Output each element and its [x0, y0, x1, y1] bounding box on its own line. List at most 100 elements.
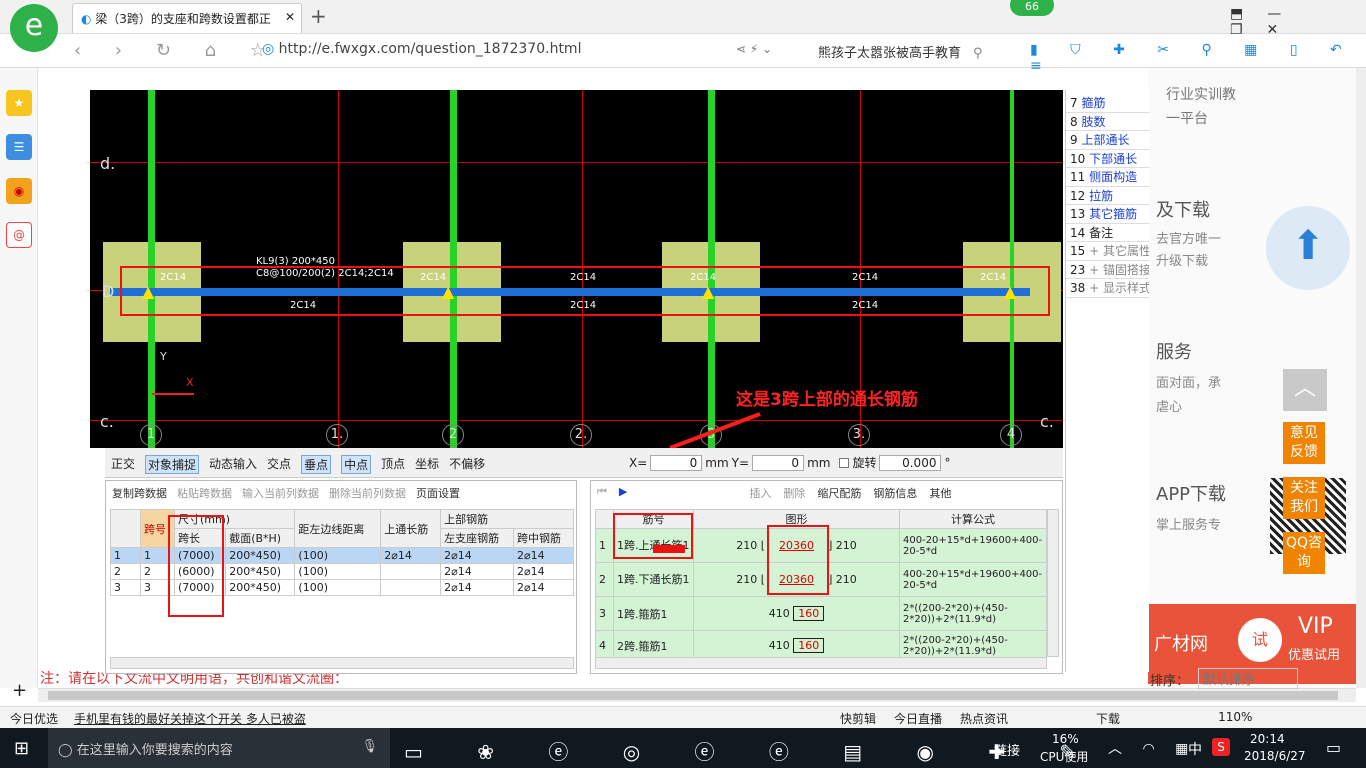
notification-badge[interactable]: 66 [1010, 0, 1054, 16]
status-recommend[interactable]: 今日优选 [10, 710, 58, 727]
sogou-icon[interactable]: S [1212, 738, 1230, 756]
vertex-toggle[interactable]: 顶点 [381, 455, 405, 474]
new-tab-button[interactable]: + [310, 4, 327, 28]
y-input[interactable]: 0 [752, 454, 805, 471]
scrollbar-v[interactable] [1356, 68, 1366, 688]
search-icon[interactable]: ⚲ [973, 46, 983, 61]
search-field[interactable]: 熊孩子太嚣张被高手教育 ⚲ [818, 42, 1008, 61]
property-row[interactable]: 14 备注 [1066, 224, 1149, 242]
follow-button[interactable]: 关注我们 [1283, 477, 1325, 519]
clock-date[interactable]: 2018/6/27 [1244, 749, 1306, 763]
share-icon[interactable]: ⋖ ⚡ ⌄ [736, 42, 772, 56]
taskbar-link[interactable]: 链接 [994, 740, 1020, 759]
tray-icons[interactable]: ︿ ◠ ▦ [1108, 738, 1196, 758]
panel-scrollbar[interactable] [595, 657, 1047, 669]
property-row[interactable]: 23 + 锚固搭接 [1066, 261, 1149, 279]
y-label: Y= [731, 455, 750, 470]
feedback-button[interactable]: 意见反馈 [1283, 422, 1325, 464]
panel-vscrollbar[interactable] [1047, 509, 1059, 657]
bg-text: 一平台 [1166, 111, 1208, 127]
property-row[interactable]: 10 下部通长 [1066, 150, 1149, 168]
close-tab-icon[interactable]: ✕ [285, 10, 295, 24]
status-hot[interactable]: 热点资讯 [960, 710, 1008, 727]
tab-active[interactable]: ◐ 梁（3跨）的支座和跨数设置都正 ✕ [72, 3, 302, 33]
property-row[interactable]: 38 + 显示样式 [1066, 279, 1149, 298]
qq-button[interactable]: QQ咨询 [1283, 532, 1325, 574]
rebar-panel: ⏮ ▶ 插入 删除 缩尺配筋 钢筋信息 其他 筋号 图形 计算公式 1 1跨.上… [590, 480, 1063, 674]
degree-label: ° [944, 455, 951, 470]
windows-start-icon[interactable]: ⊞ [14, 738, 29, 759]
property-row[interactable]: 9 上部通长 [1066, 131, 1149, 150]
property-row[interactable]: 15 + 其它属性 [1066, 242, 1149, 261]
cpu-label: CPU使用 [1040, 750, 1089, 764]
midpoint-toggle[interactable]: 中点 [341, 455, 372, 474]
clock-time[interactable]: 20:14 [1250, 732, 1285, 746]
weibo-icon[interactable]: ◉ [6, 178, 32, 204]
favorites-icon[interactable]: ★ [6, 90, 32, 116]
status-kuaijianji[interactable]: 快剪辑 [840, 710, 876, 727]
ad-circle: 试 [1238, 618, 1282, 662]
delete-column-button[interactable]: 删除当前列数据 [329, 485, 406, 501]
ime-indicator[interactable]: 中 [1188, 739, 1202, 759]
grid-num: 1 [140, 424, 162, 446]
table-row[interactable]: 4 2跨.箍筋1 410 160 2*((200-2*20)+(450-2*20… [595, 630, 1047, 661]
browser-logo-icon[interactable]: e [10, 4, 58, 52]
status-download[interactable]: 下载 [1096, 710, 1120, 727]
input-column-button[interactable]: 输入当前列数据 [242, 485, 319, 501]
offset-select[interactable]: 不偏移 [449, 455, 485, 474]
insert-button[interactable]: 插入 [749, 485, 771, 501]
rebar-info-button[interactable]: 钢筋信息 [873, 485, 917, 501]
dynamic-input-toggle[interactable]: 动态输入 [209, 455, 257, 474]
property-row[interactable]: 7 箍筋 [1066, 94, 1149, 113]
ad-title: 广材网 [1154, 634, 1208, 655]
rotate-input[interactable]: 0.000 [879, 454, 942, 471]
paste-span-button[interactable]: 粘贴跨数据 [177, 485, 232, 501]
list-icon[interactable]: ☰ [6, 134, 32, 160]
snap-toggle[interactable]: 对象捕捉 [145, 455, 200, 474]
ortho-toggle[interactable]: 正交 [111, 455, 135, 474]
intersection-toggle[interactable]: 交点 [267, 455, 291, 474]
notification-icon[interactable]: ▭ [1326, 738, 1341, 757]
nav-first-icon[interactable]: ⏮ [597, 485, 607, 501]
ad-sub: 优惠试用 [1288, 648, 1341, 663]
status-news[interactable]: 手机里有钱的最好关掉这个开关 多人已被盗 [74, 710, 306, 727]
x-input[interactable]: 0 [650, 454, 703, 471]
delete-button[interactable]: 删除 [783, 485, 805, 501]
sort-label: 排序： [1150, 674, 1190, 689]
mail-icon[interactable]: @ [6, 222, 32, 248]
status-live[interactable]: 今日直播 [894, 710, 942, 727]
property-row[interactable]: 12 拉筋 [1066, 187, 1149, 205]
property-row[interactable]: 11 侧面构造 [1066, 168, 1149, 187]
cad-viewport[interactable]: KL9(3) 200*450 C8@100/200(2) 2C14;2C14 2… [90, 90, 1063, 448]
grid-num: 2. [570, 424, 592, 446]
perpendicular-toggle[interactable]: 垂点 [301, 455, 332, 474]
scale-rebar-button[interactable]: 缩尺配筋 [817, 485, 861, 501]
other-button[interactable]: 其他 [929, 485, 951, 501]
grid-num: 4 [1000, 424, 1022, 446]
bg-text: APP下载 [1156, 484, 1227, 505]
property-row[interactable]: 8 肢数 [1066, 113, 1149, 131]
download-arrow-icon[interactable]: ⬆ [1266, 206, 1350, 290]
copy-span-button[interactable]: 复制跨数据 [112, 485, 167, 501]
page-setup-button[interactable]: 页面设置 [416, 485, 460, 501]
url-field[interactable]: ◎ http://e.fwxgx.com/question_1872370.ht… [262, 41, 722, 61]
taskbar-search[interactable]: ◯ 在这里输入你要搜索的内容 🎙 [48, 728, 390, 768]
nav-next-icon[interactable]: ▶ [619, 485, 627, 501]
scrollbar-h-thumb[interactable] [48, 691, 1338, 700]
nav-buttons: ‹ › ↻ ⌂ ☆ [74, 40, 280, 61]
coordinate-toggle[interactable]: 坐标 [415, 455, 439, 474]
rotate-checkbox[interactable] [839, 457, 850, 468]
grid-line [90, 162, 1063, 163]
add-sidebar-icon[interactable]: + [12, 680, 27, 701]
snap-toolbar: 正交 对象捕捉 动态输入 交点 垂点 中点 顶点 坐标 不偏移 X= 0 mm … [105, 448, 1063, 478]
status-zoom[interactable]: 110% [1218, 710, 1252, 727]
search-text: 熊孩子太嚣张被高手教育 [818, 46, 962, 61]
highlight-beam-box [120, 266, 1050, 316]
mic-icon[interactable]: 🎙 [361, 739, 378, 754]
panel-scrollbar[interactable] [110, 657, 574, 669]
sort-select[interactable]: 默认排序 [1198, 668, 1298, 689]
scrollbar-h[interactable] [38, 688, 1356, 702]
table-row[interactable]: 3 1跨.箍筋1 410 160 2*((200-2*20)+(450-2*20… [595, 596, 1047, 631]
property-row[interactable]: 13 其它箍筋 [1066, 205, 1149, 224]
back-to-top-button[interactable]: ︿ [1283, 369, 1327, 411]
